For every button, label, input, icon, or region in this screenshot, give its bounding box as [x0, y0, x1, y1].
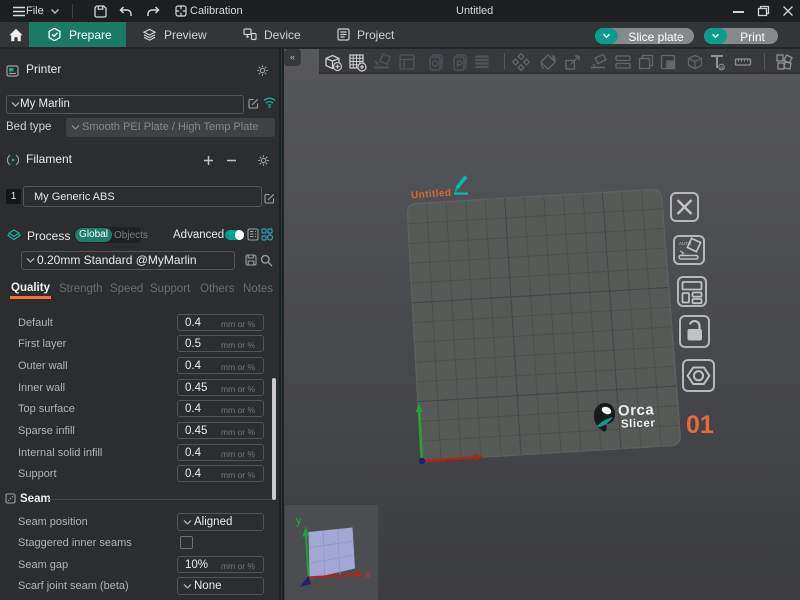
svg-text:x: x — [365, 569, 371, 581]
svg-text:y: y — [296, 515, 302, 527]
svg-text:AUTO: AUTO — [679, 241, 692, 246]
